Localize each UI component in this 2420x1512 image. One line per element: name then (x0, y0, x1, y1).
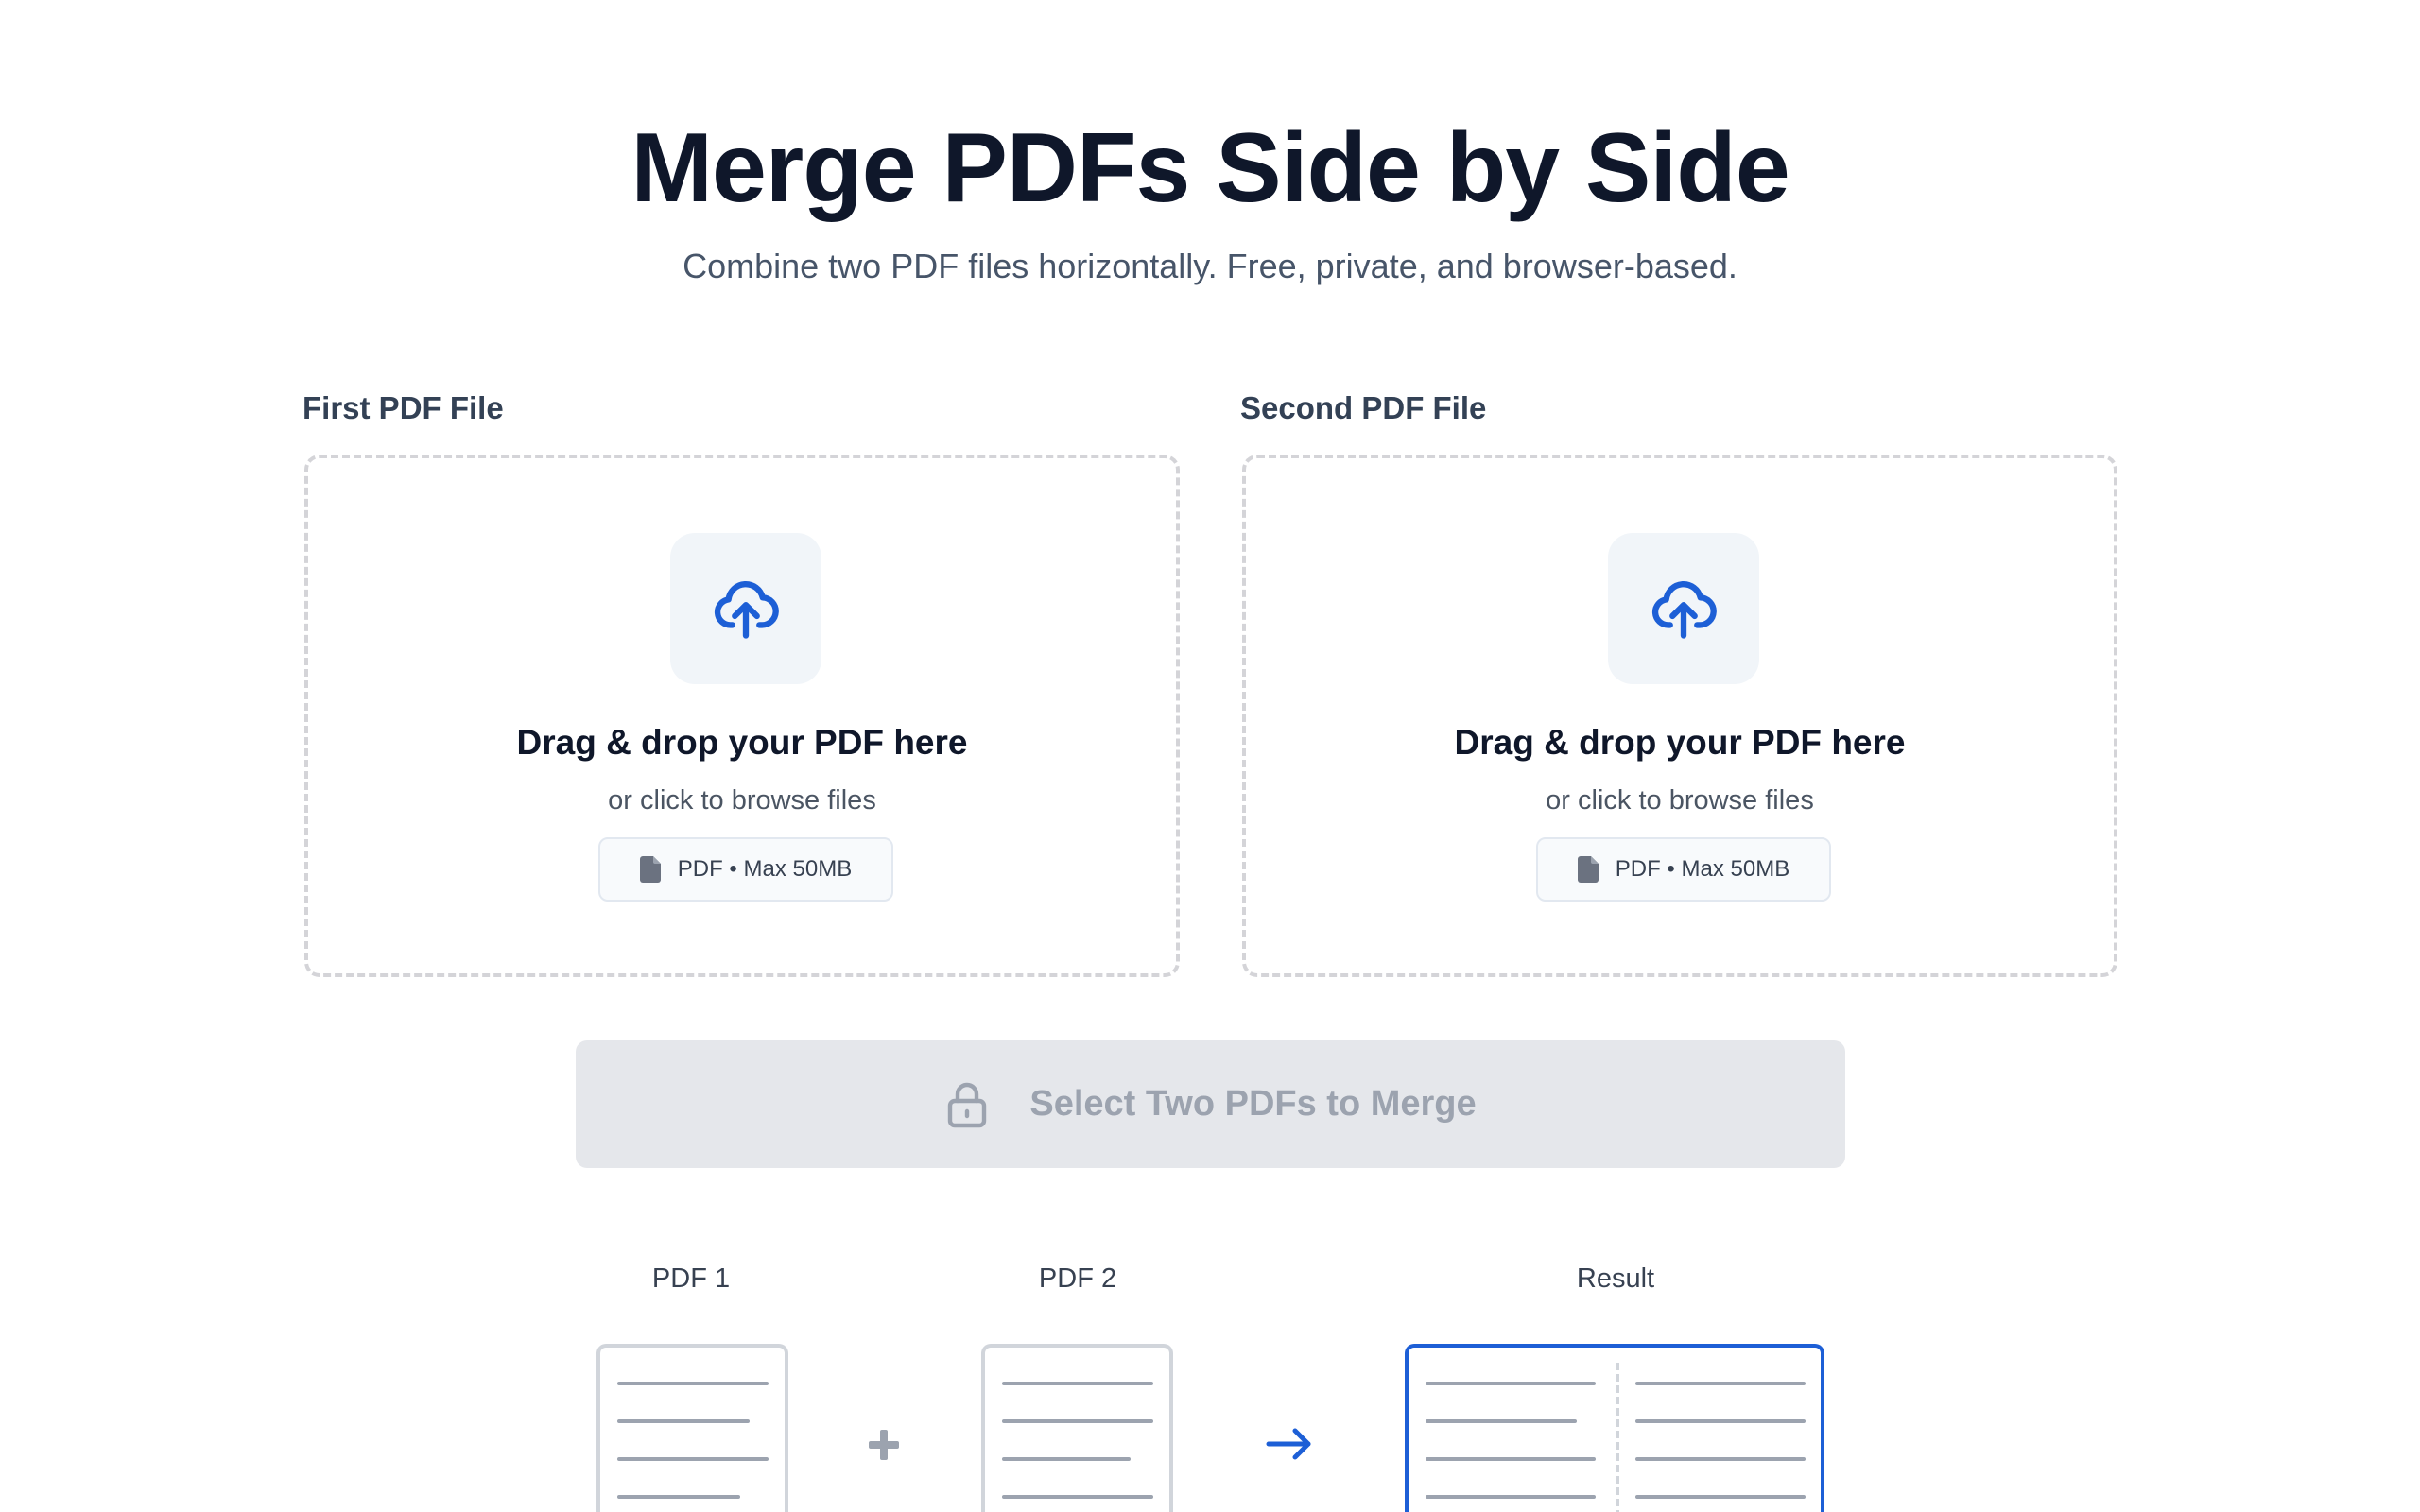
cloud-upload-icon (1651, 581, 1717, 639)
diagram-label-pdf2: PDF 2 (1038, 1263, 1117, 1294)
file-icon (1577, 856, 1599, 883)
second-pdf-dropzone[interactable]: Drag & drop your PDF here or click to br… (1242, 455, 2118, 977)
page-divider (1616, 1363, 1619, 1512)
diagram-label-result: Result (1576, 1263, 1655, 1294)
diagram-pdf1-page (596, 1344, 788, 1512)
dropzone-subtext: or click to browse files (1546, 785, 1814, 816)
page: Merge PDFs Side by Side Combine two PDF … (0, 0, 2420, 1512)
first-pdf-dropzone[interactable]: Drag & drop your PDF here or click to br… (304, 455, 1180, 977)
diagram-pdf2-page (981, 1344, 1173, 1512)
page-subtitle: Combine two PDF files horizontally. Free… (683, 247, 1737, 285)
dropzone-heading: Drag & drop your PDF here (516, 723, 968, 762)
first-pdf-label: First PDF File (302, 390, 504, 425)
upload-tile (1608, 533, 1759, 684)
file-type-hint: PDF • Max 50MB (1536, 837, 1831, 902)
plus-icon (869, 1430, 899, 1460)
cloud-upload-icon (714, 581, 779, 639)
arrow-right-icon (1266, 1428, 1311, 1460)
page-title: Merge PDFs Side by Side (631, 113, 1789, 223)
second-pdf-label: Second PDF File (1240, 390, 1487, 425)
merge-button-label: Select Two PDFs to Merge (1029, 1084, 1477, 1124)
diagram-result-page (1405, 1344, 1824, 1512)
file-hint-text: PDF • Max 50MB (1615, 856, 1790, 882)
merge-button[interactable]: Select Two PDFs to Merge (576, 1040, 1845, 1168)
dropzone-heading: Drag & drop your PDF here (1454, 723, 1906, 762)
file-icon (639, 856, 661, 883)
dropzone-subtext: or click to browse files (608, 785, 876, 816)
upload-tile (670, 533, 821, 684)
file-hint-text: PDF • Max 50MB (677, 856, 853, 882)
lock-icon (948, 1082, 987, 1127)
diagram-label-pdf1: PDF 1 (651, 1263, 731, 1294)
file-type-hint: PDF • Max 50MB (598, 837, 893, 902)
